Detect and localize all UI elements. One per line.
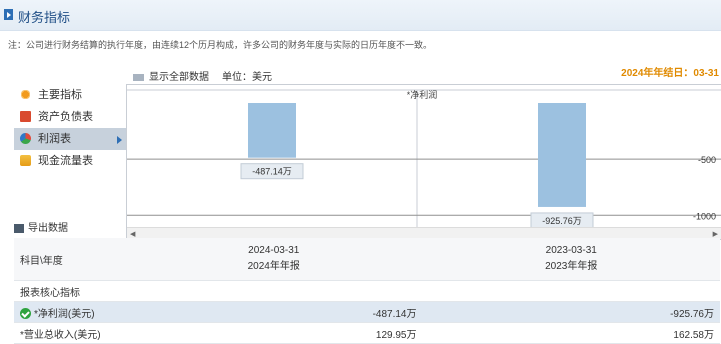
bar — [248, 103, 296, 158]
sidebar: 主要指标 资产负债表 利润表 现金流量表 — [14, 84, 126, 172]
sidebar-item-balance-sheet[interactable]: 资产负债表 — [14, 106, 126, 128]
sidebar-item-label: 主要指标 — [38, 89, 82, 101]
document-icon — [20, 111, 31, 122]
chevron-right-icon — [117, 136, 122, 144]
title-bar: 财务指标 — [0, 0, 721, 31]
period-date: 2023-03-31 — [545, 245, 597, 256]
sidebar-item-cash-flow[interactable]: 现金流量表 — [14, 150, 126, 172]
data-label: -487.14万 — [252, 167, 292, 177]
header-label: 科目\年度 — [14, 238, 125, 281]
table-cell: 129.95万 — [125, 322, 423, 344]
bar — [538, 103, 586, 207]
sidebar-item-label: 资产负债表 — [38, 111, 93, 123]
y-tick-label: -500 — [698, 155, 716, 165]
sidebar-item-income-statement[interactable]: 利润表 — [14, 128, 126, 150]
sidebar-item-label: 利润表 — [38, 133, 71, 145]
chart-title: *净利润 — [407, 89, 438, 100]
fiscal-note: 注：公司进行财务结算的执行年度，由连续12个历月构成，许多公司的财务年度与实际的… — [8, 40, 433, 50]
table-cell: -925.76万 — [422, 301, 720, 323]
row-label-cell: *净利润(美元) — [14, 301, 125, 323]
sidebar-item-main-indicators[interactable]: 主要指标 — [14, 84, 126, 106]
export-label: 导出数据 — [28, 223, 68, 234]
net-profit-chart: *净利润 -500 -1000 -487.14万 -925.76万 ◀ ▶ — [126, 84, 721, 240]
cash-icon — [20, 155, 31, 166]
scroll-right-icon[interactable]: ▶ — [713, 230, 718, 238]
table-cell: -487.14万 — [125, 301, 423, 323]
check-icon — [20, 308, 31, 320]
table-cell: 162.58万 — [422, 322, 720, 344]
financial-table: 科目\年度 2024-03-31 2024年年报 2023-03-31 2023… — [14, 238, 720, 344]
export-data-button[interactable]: 导出数据 — [14, 219, 68, 234]
table-row[interactable]: *营业总收入(美元) 129.95万 162.58万 — [14, 322, 720, 344]
period-header: 2024-03-31 2024年年报 — [125, 238, 423, 281]
table-section-row: 报表核心指标 — [14, 280, 720, 302]
row-label: *营业总收入(美元) — [14, 322, 125, 344]
fiscal-year-end: 2024年年结日：03-31 — [621, 68, 719, 79]
toggle-box-icon — [133, 73, 144, 81]
export-icon — [14, 223, 24, 233]
table-header-row: 科目\年度 2024-03-31 2024年年报 2023-03-31 2023… — [14, 238, 720, 281]
show-all-data-toggle[interactable]: 显示全部数据 — [133, 68, 209, 83]
section-label: 报表核心指标 — [14, 280, 125, 302]
period-report: 2024年年报 — [247, 261, 300, 272]
y-tick-label: -1000 — [693, 211, 716, 221]
period-date: 2024-03-31 — [248, 245, 300, 256]
show-all-label: 显示全部数据 — [149, 72, 209, 83]
scroll-left-icon[interactable]: ◀ — [130, 230, 135, 238]
unit-label: 单位：美元 — [222, 72, 272, 83]
table-row[interactable]: *净利润(美元) -487.14万 -925.76万 — [14, 301, 720, 323]
period-header: 2023-03-31 2023年年报 — [422, 238, 720, 281]
chart-canvas: *净利润 -500 -1000 -487.14万 -925.76万 — [127, 89, 721, 227]
sun-icon — [20, 89, 31, 100]
sidebar-item-label: 现金流量表 — [38, 155, 93, 167]
row-label: *净利润(美元) — [34, 308, 95, 320]
pie-chart-icon — [20, 133, 31, 144]
section-arrow-icon — [4, 9, 13, 20]
period-report: 2023年年报 — [545, 261, 598, 272]
page-title: 财务指标 — [18, 10, 71, 25]
data-label: -925.76万 — [542, 216, 582, 226]
